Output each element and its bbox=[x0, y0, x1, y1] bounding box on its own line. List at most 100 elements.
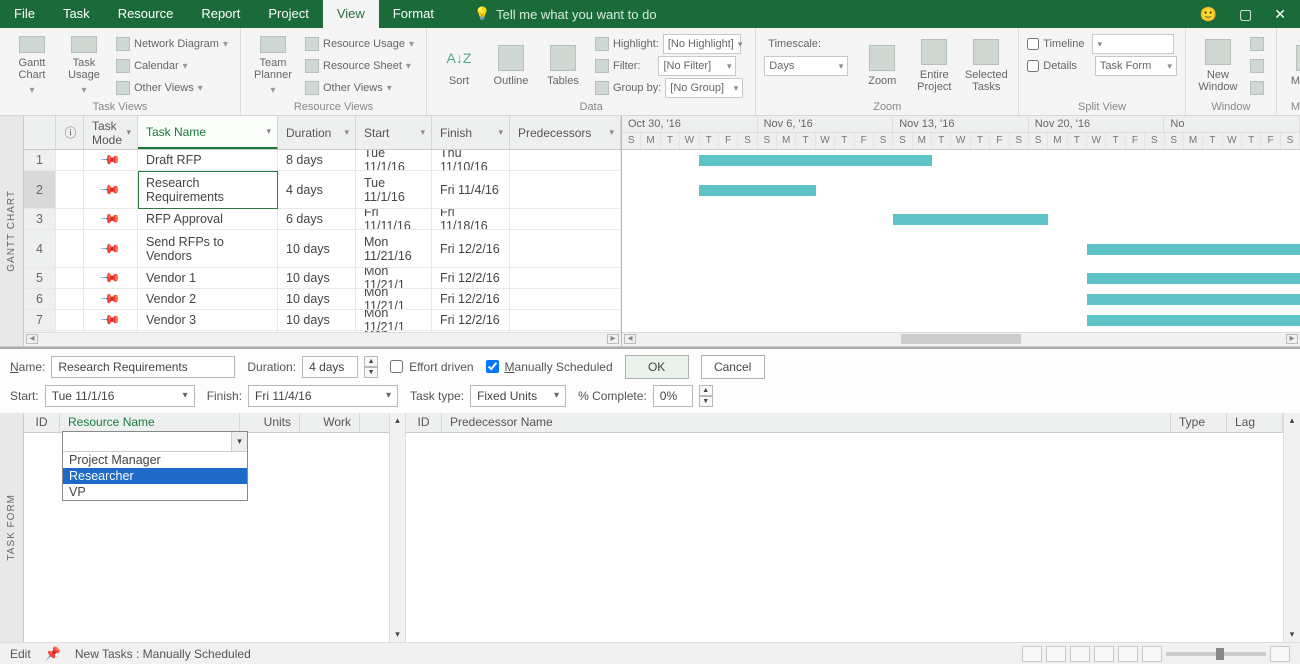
predhdr-type[interactable]: Type bbox=[1171, 413, 1227, 432]
col-finish[interactable]: Finish▾ bbox=[432, 116, 510, 149]
col-duration[interactable]: Duration▾ bbox=[278, 116, 356, 149]
start-combo[interactable]: Tue 11/1/16 bbox=[45, 385, 195, 407]
predhdr-id[interactable]: ID bbox=[406, 413, 442, 432]
timescale-combo[interactable]: Days bbox=[764, 56, 848, 76]
task-usage-button[interactable]: Task Usage▾ bbox=[60, 32, 108, 96]
restore-icon[interactable]: ▢ bbox=[1239, 6, 1252, 23]
table-row[interactable]: 8📌Review RFPs5 daysMon 12/5/16Fri 12/9/1… bbox=[24, 331, 621, 332]
taskform-vlabel[interactable]: TASK FORM bbox=[0, 413, 24, 643]
reshdr-units[interactable]: Units bbox=[240, 413, 300, 432]
reshdr-name[interactable]: Resource Name bbox=[60, 413, 240, 432]
gantt-bar[interactable] bbox=[1087, 273, 1300, 284]
table-row[interactable]: 7📌Vendor 310 daysMon 11/21/1Fri 12/2/16 bbox=[24, 310, 621, 331]
macros-button[interactable]: Macros bbox=[1285, 32, 1300, 96]
grid-hscroll[interactable]: ◂▸ bbox=[24, 332, 621, 346]
details-combo[interactable]: Task Form bbox=[1095, 56, 1177, 76]
timeline-hscroll[interactable]: ◂▸ bbox=[622, 332, 1300, 346]
menu-tab-format[interactable]: Format bbox=[379, 0, 448, 28]
gantt-bar[interactable] bbox=[699, 155, 931, 166]
sort-button[interactable]: A↓ZSort bbox=[435, 32, 483, 96]
network-diagram-button[interactable]: Network Diagram▾ bbox=[112, 34, 232, 54]
resource-grid[interactable]: ID Resource Name Units Work ▾ Project Ma… bbox=[24, 413, 390, 643]
predecessor-grid[interactable]: ID Predecessor Name Type Lag bbox=[406, 413, 1284, 643]
menu-tab-project[interactable]: Project bbox=[254, 0, 322, 28]
gantt-bar[interactable] bbox=[1087, 315, 1300, 326]
gantt-bar[interactable] bbox=[1087, 244, 1300, 255]
filter-combo[interactable]: [No Filter] bbox=[658, 56, 736, 76]
tell-me[interactable]: 💡 Tell me what you want to do bbox=[474, 6, 657, 22]
reshdr-id[interactable]: ID bbox=[24, 413, 60, 432]
duration-input[interactable]: 4 days bbox=[302, 356, 358, 378]
table-row[interactable]: 4📌Send RFPs to Vendors10 daysMon 11/21/1… bbox=[24, 230, 621, 268]
zoom-button[interactable]: Zoom bbox=[858, 32, 906, 96]
outline-button[interactable]: Outline bbox=[487, 32, 535, 96]
table-row[interactable]: 2📌Research Requirements4 daysTue 11/1/16… bbox=[24, 171, 621, 209]
zoom-slider[interactable] bbox=[1166, 652, 1266, 656]
view-team-icon[interactable] bbox=[1070, 646, 1090, 662]
col-start[interactable]: Start▾ bbox=[356, 116, 432, 149]
menu-tab-task[interactable]: Task bbox=[49, 0, 104, 28]
reshdr-work[interactable]: Work bbox=[300, 413, 360, 432]
menu-tab-file[interactable]: File bbox=[0, 0, 49, 28]
other-views-button[interactable]: Other Views▾ bbox=[112, 78, 232, 98]
col-predecessors[interactable]: Predecessors▾ bbox=[510, 116, 621, 149]
manually-scheduled-check[interactable] bbox=[486, 360, 499, 373]
table-row[interactable]: 3📌RFP Approval6 daysFri 11/11/16Fri 11/1… bbox=[24, 209, 621, 230]
finish-combo[interactable]: Fri 11/4/16 bbox=[248, 385, 398, 407]
col-task-name[interactable]: Task Name▾ bbox=[138, 116, 278, 149]
other-views-button-2[interactable]: Other Views▾ bbox=[301, 78, 418, 98]
col-mode[interactable]: Task Mode▾ bbox=[84, 116, 138, 149]
predhdr-name[interactable]: Predecessor Name bbox=[442, 413, 1171, 432]
details-check[interactable]: DetailsTask Form bbox=[1027, 56, 1177, 76]
pred-vscroll[interactable]: ▴▾ bbox=[1284, 413, 1300, 643]
highlight-combo[interactable]: [No Highlight] bbox=[663, 34, 741, 54]
resource-sheet-button[interactable]: Resource Sheet▾ bbox=[301, 56, 418, 76]
col-info[interactable]: ⓘ bbox=[56, 116, 84, 149]
close-icon[interactable]: ✕ bbox=[1274, 6, 1286, 23]
resource-option[interactable]: Researcher bbox=[63, 468, 247, 484]
zoom-out-icon[interactable] bbox=[1142, 646, 1162, 662]
view-gantt-icon[interactable] bbox=[1022, 646, 1042, 662]
menu-tab-view[interactable]: View bbox=[323, 0, 379, 28]
resource-dropdown[interactable]: ▾ Project ManagerResearcherVP bbox=[62, 431, 248, 501]
resource-vscroll[interactable]: ▴▾ bbox=[390, 413, 406, 643]
gantt-bar[interactable] bbox=[893, 214, 1048, 225]
timeline-body[interactable] bbox=[622, 150, 1300, 332]
timeline-check[interactable]: Timeline bbox=[1027, 34, 1177, 54]
gantt-bar[interactable] bbox=[699, 185, 815, 196]
new-window-button[interactable]: New Window bbox=[1194, 32, 1242, 96]
table-row[interactable]: 1📌Draft RFP8 daysTue 11/1/16Thu 11/10/16 bbox=[24, 150, 621, 171]
predhdr-lag[interactable]: Lag bbox=[1227, 413, 1283, 432]
view-report-icon[interactable] bbox=[1118, 646, 1138, 662]
col-rownum[interactable] bbox=[24, 116, 56, 149]
gantt-bar[interactable] bbox=[1087, 294, 1300, 305]
resource-option[interactable]: Project Manager bbox=[63, 452, 247, 468]
group-combo[interactable]: [No Group] bbox=[665, 78, 743, 98]
ok-button[interactable]: OK bbox=[625, 355, 689, 379]
calendar-button[interactable]: Calendar▾ bbox=[112, 56, 232, 76]
cancel-button[interactable]: Cancel bbox=[701, 355, 765, 379]
tables-button[interactable]: Tables bbox=[539, 32, 587, 96]
complete-input[interactable]: 0% bbox=[653, 385, 693, 407]
entire-project-button[interactable]: Entire Project bbox=[910, 32, 958, 96]
tasktype-combo[interactable]: Fixed Units bbox=[470, 385, 566, 407]
zoom-in-icon[interactable] bbox=[1270, 646, 1290, 662]
effort-driven-check[interactable] bbox=[390, 360, 403, 373]
duration-spinner[interactable]: ▲▼ bbox=[364, 356, 378, 378]
view-usage-icon[interactable] bbox=[1046, 646, 1066, 662]
resource-usage-button[interactable]: Resource Usage▾ bbox=[301, 34, 418, 54]
menu-tab-resource[interactable]: Resource bbox=[104, 0, 188, 28]
selected-tasks-button[interactable]: Selected Tasks bbox=[962, 32, 1010, 96]
resource-option[interactable]: VP bbox=[63, 484, 247, 500]
view-sheet-icon[interactable] bbox=[1094, 646, 1114, 662]
chevron-down-icon[interactable]: ▾ bbox=[231, 432, 247, 451]
complete-spinner[interactable]: ▲▼ bbox=[699, 385, 713, 407]
gantt-vlabel[interactable]: GANTT CHART bbox=[0, 116, 24, 346]
team-planner-button[interactable]: Team Planner▾ bbox=[249, 32, 297, 96]
emoji-icon[interactable]: 🙂 bbox=[1200, 6, 1217, 23]
gantt-chart-button[interactable]: Gantt Chart▾ bbox=[8, 32, 56, 96]
menu-tab-report[interactable]: Report bbox=[187, 0, 254, 28]
grid-body[interactable]: 1📌Draft RFP8 daysTue 11/1/16Thu 11/10/16… bbox=[24, 150, 621, 332]
table-row[interactable]: 6📌Vendor 210 daysMon 11/21/1Fri 12/2/16 bbox=[24, 289, 621, 310]
name-input[interactable]: Research Requirements bbox=[51, 356, 235, 378]
